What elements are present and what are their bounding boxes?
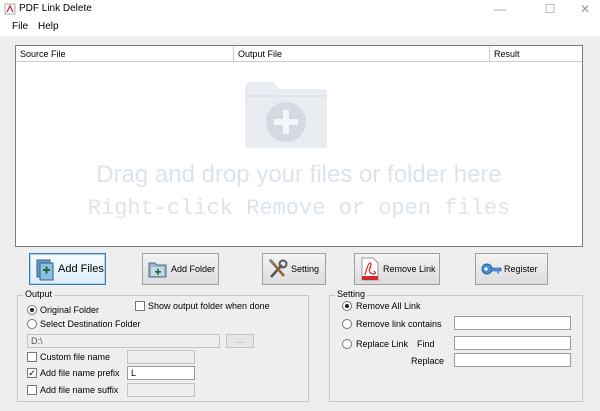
- browse-button[interactable]: ...: [226, 334, 254, 348]
- replace-label: Replace: [411, 356, 445, 366]
- column-result[interactable]: Result: [490, 46, 582, 62]
- remove-contains-field[interactable]: [454, 316, 571, 330]
- register-label: Register: [504, 264, 538, 274]
- select-destination-radio[interactable]: [27, 319, 37, 329]
- window-title: PDF Link Delete: [19, 3, 92, 14]
- custom-file-name-field[interactable]: [127, 350, 195, 364]
- tools-icon: [268, 258, 288, 278]
- output-group-title: Output: [23, 289, 55, 299]
- menu-bar: File Help: [0, 18, 600, 36]
- replace-link-radio[interactable]: [342, 339, 352, 349]
- close-button[interactable]: ✕: [565, 0, 600, 18]
- add-folder-icon: [148, 262, 167, 278]
- add-files-button[interactable]: Add Files: [29, 253, 106, 285]
- add-files-label: Add Files: [58, 263, 104, 275]
- register-button[interactable]: Register: [475, 253, 548, 285]
- menu-file[interactable]: File: [12, 21, 28, 32]
- destination-path-field[interactable]: D:\: [27, 334, 220, 348]
- setting-label: Setting: [291, 264, 320, 274]
- add-suffix-label: Add file name suffix: [40, 385, 119, 395]
- suffix-field[interactable]: [127, 383, 195, 397]
- custom-file-name-checkbox[interactable]: [27, 352, 37, 362]
- key-icon: [481, 263, 502, 275]
- remove-link-contains-label: Remove link contains: [356, 319, 442, 329]
- find-field[interactable]: [454, 336, 571, 350]
- select-destination-label: Select Destination Folder: [40, 319, 141, 329]
- drop-hint: Drag and drop your files or folder here: [96, 161, 502, 188]
- maximize-button[interactable]: ☐: [530, 0, 570, 18]
- add-prefix-checkbox[interactable]: ✓: [27, 368, 37, 378]
- remove-link-contains-radio[interactable]: [342, 319, 352, 329]
- add-suffix-checkbox[interactable]: [27, 385, 37, 395]
- minimize-button[interactable]: —: [480, 0, 520, 18]
- file-table[interactable]: Source File Output File Result Drag and …: [15, 45, 583, 247]
- title-bar: PDF Link Delete — ☐ ✕: [0, 0, 600, 18]
- prefix-field[interactable]: L: [127, 366, 195, 380]
- find-label: Find: [417, 339, 435, 349]
- remove-all-link-radio[interactable]: [342, 301, 352, 311]
- original-folder-radio[interactable]: [27, 305, 37, 315]
- add-folder-label: Add Folder: [171, 264, 216, 274]
- original-folder-label: Original Folder: [40, 305, 100, 315]
- setting-group-title: Setting: [335, 289, 368, 299]
- remove-link-button[interactable]: Remove Link: [354, 253, 440, 285]
- remove-link-label: Remove Link: [383, 264, 436, 274]
- add-folder-button[interactable]: Add Folder: [142, 253, 219, 285]
- add-files-icon: [36, 259, 54, 281]
- context-hint: Right-click Remove or open files: [87, 196, 511, 221]
- replace-field[interactable]: [454, 353, 571, 367]
- app-icon: [4, 3, 16, 15]
- replace-link-label: Replace Link: [356, 339, 409, 349]
- add-prefix-label: Add file name prefix: [40, 368, 120, 378]
- setting-button[interactable]: Setting: [262, 253, 326, 285]
- remove-all-link-label: Remove All Link: [356, 301, 421, 311]
- menu-help[interactable]: Help: [38, 21, 59, 32]
- column-output-file[interactable]: Output File: [234, 46, 490, 62]
- pdf-icon: [361, 257, 379, 281]
- custom-file-name-label: Custom file name: [40, 352, 111, 362]
- show-output-folder-label: Show output folder when done: [148, 301, 270, 311]
- show-output-folder-checkbox[interactable]: [135, 301, 145, 311]
- column-source-file[interactable]: Source File: [16, 46, 234, 62]
- add-folder-drop-icon: [245, 82, 327, 148]
